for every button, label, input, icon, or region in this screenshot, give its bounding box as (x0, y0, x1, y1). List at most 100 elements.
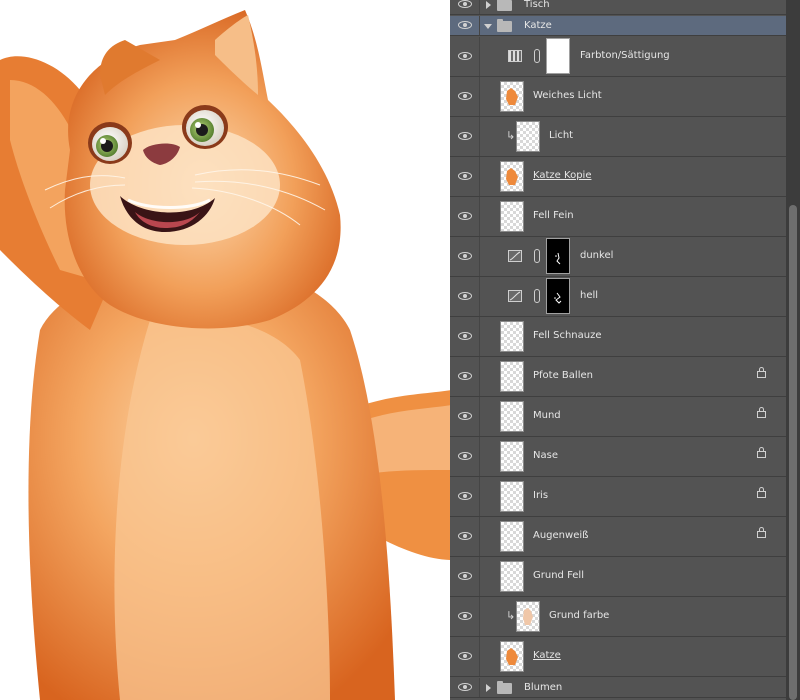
visibility-toggle[interactable] (450, 117, 480, 156)
layer-group-katze[interactable]: Katze (450, 16, 786, 36)
cat-sketch-thumbnail-icon (523, 608, 533, 625)
eye-icon (458, 683, 472, 691)
eye-icon (458, 572, 472, 580)
layer-licht[interactable]: ↳ Licht (450, 117, 786, 157)
layer-grund-fell[interactable]: Grund Fell (450, 557, 786, 597)
visibility-toggle[interactable] (450, 277, 480, 316)
eye-icon (458, 332, 472, 340)
collapse-arrow-icon[interactable] (484, 24, 492, 29)
visibility-toggle[interactable] (450, 597, 480, 636)
layer-mund[interactable]: Mund (450, 397, 786, 437)
layer-hell[interactable]: hell (450, 277, 786, 317)
eye-icon (458, 412, 472, 420)
eye-icon (458, 212, 472, 220)
layer-name: Iris (533, 490, 549, 501)
layer-thumbnail[interactable] (500, 641, 524, 672)
layer-name: Katze (524, 20, 552, 31)
lock-icon[interactable] (757, 367, 766, 378)
layer-augenweiss[interactable]: Augenweiß (450, 517, 786, 557)
eye-icon (458, 172, 472, 180)
layer-katze-kopie[interactable]: Katze Kopie (450, 157, 786, 197)
layer-name: hell (580, 290, 599, 301)
link-icon[interactable] (534, 289, 540, 303)
lock-icon[interactable] (757, 407, 766, 418)
layer-weiches-licht[interactable]: Weiches Licht (450, 77, 786, 117)
visibility-toggle[interactable] (450, 557, 480, 596)
layer-thumbnail[interactable] (516, 601, 540, 632)
visibility-toggle[interactable] (450, 0, 480, 14)
layer-thumbnail[interactable] (516, 121, 540, 152)
document-canvas[interactable] (0, 0, 450, 700)
layer-thumbnail[interactable] (500, 401, 524, 432)
layer-name: Nase (533, 450, 558, 461)
lock-icon[interactable] (757, 527, 766, 538)
scrollbar-thumb[interactable] (789, 205, 797, 700)
visibility-toggle[interactable] (450, 237, 480, 276)
eye-icon (458, 652, 472, 660)
layer-group-blumen[interactable]: Blumen (450, 678, 786, 698)
visibility-toggle[interactable] (450, 16, 480, 35)
visibility-toggle[interactable] (450, 37, 480, 76)
eye-icon (458, 132, 472, 140)
layer-group-tisch[interactable]: Tisch (450, 0, 786, 15)
visibility-toggle[interactable] (450, 157, 480, 196)
layer-name: Grund Fell (533, 570, 584, 581)
layer-thumbnail[interactable] (500, 81, 524, 112)
visibility-toggle[interactable] (450, 637, 480, 676)
layer-fell-fein[interactable]: Fell Fein (450, 197, 786, 237)
visibility-toggle[interactable] (450, 197, 480, 236)
eye-icon (458, 21, 472, 29)
visibility-toggle[interactable] (450, 437, 480, 476)
layer-fell-schnauze[interactable]: Fell Schnauze (450, 317, 786, 357)
layer-name: Augenweiß (533, 530, 589, 541)
layer-thumbnail[interactable] (500, 321, 524, 352)
visibility-toggle[interactable] (450, 357, 480, 396)
visibility-toggle[interactable] (450, 397, 480, 436)
layer-thumbnail[interactable] (500, 361, 524, 392)
layer-farbton-saettigung[interactable]: Farbton/Sättigung (450, 37, 786, 77)
visibility-toggle[interactable] (450, 517, 480, 556)
layer-nase[interactable]: Nase (450, 437, 786, 477)
cat-artwork (0, 10, 450, 700)
layer-pfote-ballen[interactable]: Pfote Ballen (450, 357, 786, 397)
lock-icon[interactable] (757, 487, 766, 498)
layer-list: Tisch Katze Farbton/Sättigung Weiches Li… (450, 0, 786, 700)
visibility-toggle[interactable] (450, 77, 480, 116)
cat-thumbnail-icon (506, 648, 518, 665)
layer-mask-thumbnail[interactable] (546, 278, 570, 314)
hue-saturation-icon (508, 50, 522, 62)
layer-dunkel[interactable]: dunkel (450, 237, 786, 277)
layer-name: Mund (533, 410, 561, 421)
layer-thumbnail[interactable] (500, 481, 524, 512)
layer-mask-thumbnail[interactable] (546, 238, 570, 274)
layer-thumbnail[interactable] (500, 561, 524, 592)
layer-name: dunkel (580, 250, 614, 261)
folder-icon (497, 681, 512, 694)
eye-icon (458, 52, 472, 60)
lock-icon[interactable] (757, 447, 766, 458)
layer-grund-farbe[interactable]: ↳ Grund farbe (450, 597, 786, 637)
layer-thumbnail[interactable] (500, 201, 524, 232)
layer-name: Katze Kopie (533, 170, 592, 181)
layer-thumbnail[interactable] (500, 441, 524, 472)
layer-name: Katze (533, 650, 561, 661)
visibility-toggle[interactable] (450, 477, 480, 516)
layer-name: Fell Schnauze (533, 330, 602, 341)
layer-mask-thumbnail[interactable] (546, 38, 570, 74)
cat-thumbnail-icon (506, 168, 518, 185)
layer-thumbnail[interactable] (500, 161, 524, 192)
layers-scrollbar[interactable] (786, 0, 800, 700)
layer-name: Farbton/Sättigung (580, 50, 670, 61)
expand-arrow-icon[interactable] (486, 1, 491, 9)
expand-arrow-icon[interactable] (486, 684, 491, 692)
link-icon[interactable] (534, 49, 540, 63)
layer-iris[interactable]: Iris (450, 477, 786, 517)
eye-icon (458, 0, 472, 8)
layer-katze[interactable]: Katze (450, 637, 786, 677)
visibility-toggle[interactable] (450, 317, 480, 356)
layer-thumbnail[interactable] (500, 521, 524, 552)
link-icon[interactable] (534, 249, 540, 263)
visibility-toggle[interactable] (450, 678, 480, 697)
eye-icon (458, 92, 472, 100)
eye-icon (458, 492, 472, 500)
